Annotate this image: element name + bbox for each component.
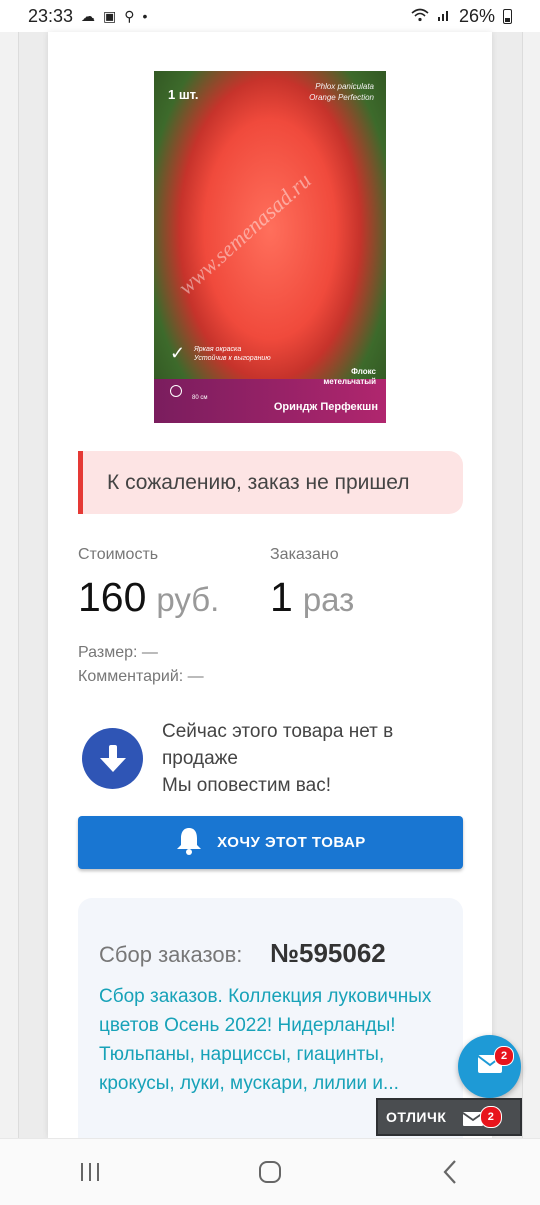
image-watermark: www.semenasad.ru: [173, 167, 316, 300]
difference-badge: 2: [480, 1106, 502, 1128]
ordered-unit: раз: [302, 581, 355, 618]
cost-value: 160: [78, 574, 147, 620]
comment-meta: Комментарий: —: [78, 668, 204, 685]
ordered-value-group: 1 раз: [270, 574, 354, 621]
cloud-icon: ☁: [81, 7, 96, 24]
arrow-down-circle-icon: [82, 728, 143, 789]
image-height: 80 см: [192, 395, 208, 401]
ordered-label: Заказано: [270, 546, 339, 563]
cost-unit: руб.: [156, 581, 220, 618]
cost-value-group: 160 руб.: [78, 574, 219, 621]
collection-label: Сбор заказов:: [99, 942, 243, 967]
image-species: Флокс метельчатый: [323, 367, 376, 386]
want-button-label: ХОЧУ ЭТОТ ТОВАР: [217, 834, 366, 851]
difference-bar[interactable]: ОТЛИЧК 2: [376, 1098, 522, 1136]
cost-label: Стоимость: [78, 546, 159, 563]
search-icon: ⚲: [124, 7, 135, 24]
image-icon: ▣: [103, 7, 117, 24]
signal-icon: [437, 8, 451, 25]
system-nav-bar: [0, 1138, 540, 1205]
notify-line2: Мы оповестим вас!: [162, 775, 332, 796]
recent-apps-button[interactable]: [60, 1152, 120, 1192]
alert-text: К сожалению, заказ не пришел: [107, 470, 410, 494]
top-partial-glyph-icon: ‿: [72, 32, 84, 42]
notify-text: Сейчас этого товара нет в продаже Мы опо…: [162, 718, 452, 799]
bell-icon: [175, 826, 203, 860]
status-bar: 23:33 ☁ ▣ ⚲ • 26%: [0, 0, 540, 32]
notify-line1: Сейчас этого товара нет в продаже: [162, 721, 394, 769]
image-promo: Яркая окраска Устойчив к выгоранию: [194, 346, 271, 362]
fab-badge: 2: [494, 1046, 514, 1066]
wifi-icon: [411, 8, 429, 25]
size-meta: Размер: —: [78, 644, 158, 661]
dot-icon: •: [142, 8, 148, 24]
collection-link[interactable]: Сбор заказов. Коллекция луковичных цвето…: [99, 982, 449, 1098]
battery-percent: 26%: [458, 5, 495, 26]
back-button[interactable]: [420, 1152, 480, 1192]
status-right: 26%: [411, 6, 512, 27]
image-count: 1 шт.: [168, 87, 199, 102]
image-latin-name: Phlox paniculata Orange Perfection: [309, 82, 374, 102]
battery-icon: [503, 8, 512, 24]
image-variety: Ориндж Перфекшн: [273, 401, 378, 413]
order-failed-alert: К сожалению, заказ не пришел: [78, 451, 463, 514]
ordered-value: 1: [270, 574, 293, 620]
product-image[interactable]: 1 шт. Phlox paniculata Orange Perfection…: [154, 71, 386, 423]
want-this-item-button[interactable]: ХОЧУ ЭТОТ ТОВАР: [78, 816, 463, 869]
difference-label: ОТЛИЧК: [386, 1109, 447, 1125]
check-icon: ✓: [170, 343, 186, 363]
home-button[interactable]: [240, 1152, 300, 1192]
status-time: 23:33: [28, 5, 74, 26]
status-left: 23:33 ☁ ▣ ⚲ •: [28, 6, 147, 27]
collection-number: №595062: [270, 938, 386, 968]
messages-fab-button[interactable]: 2: [458, 1035, 521, 1098]
height-icon: [170, 385, 182, 397]
